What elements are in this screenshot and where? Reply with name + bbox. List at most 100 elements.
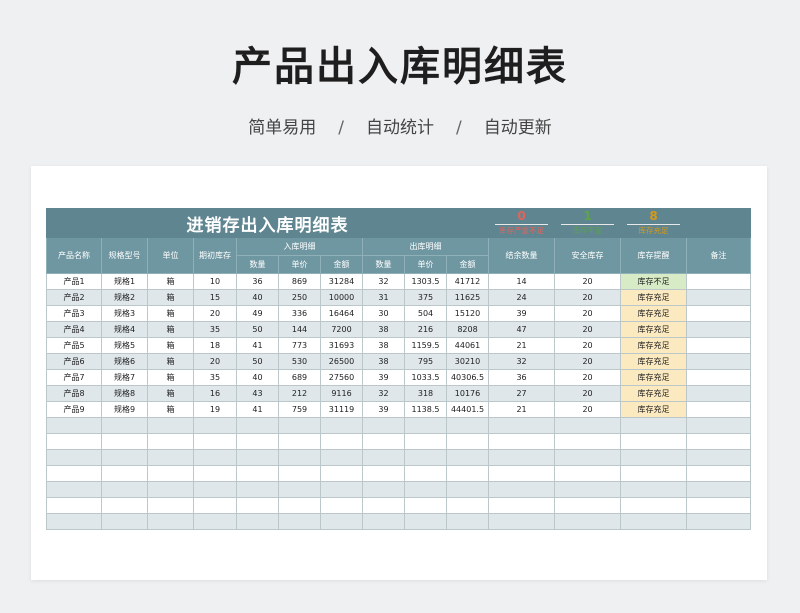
table-cell[interactable] [445,465,490,482]
stock-alert-cell[interactable]: 库存充足 [620,305,688,322]
table-cell[interactable] [193,465,237,482]
table-cell[interactable]: 504 [404,305,447,322]
table-cell[interactable] [46,449,102,466]
table-cell[interactable] [147,465,194,482]
table-cell[interactable] [278,449,321,466]
stock-alert-cell[interactable] [620,465,688,482]
stock-alert-cell[interactable] [620,433,688,450]
table-cell[interactable] [147,481,194,498]
table-cell[interactable] [404,465,447,482]
table-cell[interactable]: 216 [404,321,447,338]
table-cell[interactable]: 20 [193,353,237,370]
table-cell[interactable] [320,449,363,466]
table-cell[interactable] [236,481,279,498]
table-cell[interactable]: 14 [488,273,556,290]
table-cell[interactable] [101,497,148,514]
table-cell[interactable] [488,449,556,466]
table-cell[interactable] [554,513,622,530]
table-cell[interactable]: 15120 [445,305,490,322]
stock-alert-cell[interactable] [620,497,688,514]
table-cell[interactable]: 规格2 [101,289,148,306]
table-cell[interactable] [278,497,321,514]
table-cell[interactable] [554,449,622,466]
stock-alert-cell[interactable] [620,449,688,466]
stock-alert-cell[interactable]: 库存充足 [620,289,688,306]
table-cell[interactable] [554,433,622,450]
table-cell[interactable]: 27560 [320,369,363,386]
table-cell[interactable]: 产品1 [46,273,102,290]
table-cell[interactable]: 41 [236,337,279,354]
table-cell[interactable] [686,449,752,466]
table-cell[interactable] [193,449,237,466]
table-cell[interactable] [686,513,752,530]
table-cell[interactable] [193,481,237,498]
table-cell[interactable]: 21 [488,337,556,354]
table-cell[interactable] [686,401,752,418]
table-cell[interactable] [362,497,405,514]
table-cell[interactable] [236,449,279,466]
table-cell[interactable]: 32 [362,273,405,290]
table-cell[interactable] [554,497,622,514]
table-cell[interactable]: 26500 [320,353,363,370]
table-cell[interactable] [278,465,321,482]
table-cell[interactable]: 10176 [445,385,490,402]
table-cell[interactable]: 38 [362,353,405,370]
table-cell[interactable] [236,513,279,530]
table-cell[interactable] [445,433,490,450]
table-cell[interactable]: 795 [404,353,447,370]
table-cell[interactable]: 10 [193,273,237,290]
table-cell[interactable]: 44401.5 [445,401,490,418]
table-cell[interactable] [147,497,194,514]
stock-alert-cell[interactable]: 库存不足 [620,273,688,290]
table-cell[interactable]: 50 [236,321,279,338]
table-cell[interactable] [362,513,405,530]
table-cell[interactable] [320,497,363,514]
table-cell[interactable]: 产品4 [46,321,102,338]
table-cell[interactable]: 32 [362,385,405,402]
table-cell[interactable] [554,481,622,498]
table-cell[interactable] [686,337,752,354]
table-cell[interactable] [46,433,102,450]
table-cell[interactable]: 规格5 [101,337,148,354]
table-cell[interactable]: 869 [278,273,321,290]
table-cell[interactable]: 箱 [147,289,194,306]
table-cell[interactable] [686,417,752,434]
table-cell[interactable] [404,481,447,498]
table-cell[interactable]: 产品6 [46,353,102,370]
table-cell[interactable]: 规格7 [101,369,148,386]
table-cell[interactable]: 规格6 [101,353,148,370]
table-cell[interactable]: 16464 [320,305,363,322]
table-cell[interactable] [362,417,405,434]
stock-alert-cell[interactable]: 库存充足 [620,353,688,370]
table-cell[interactable] [445,481,490,498]
table-cell[interactable]: 44061 [445,337,490,354]
table-cell[interactable] [404,417,447,434]
table-cell[interactable] [445,513,490,530]
table-cell[interactable] [193,433,237,450]
table-cell[interactable]: 689 [278,369,321,386]
stock-alert-cell[interactable]: 库存充足 [620,401,688,418]
table-cell[interactable]: 32 [488,353,556,370]
table-cell[interactable] [236,465,279,482]
table-cell[interactable]: 212 [278,385,321,402]
table-cell[interactable]: 144 [278,321,321,338]
table-cell[interactable]: 箱 [147,305,194,322]
table-cell[interactable] [686,433,752,450]
table-cell[interactable] [236,417,279,434]
table-cell[interactable]: 箱 [147,385,194,402]
table-cell[interactable] [46,513,102,530]
table-cell[interactable]: 9116 [320,385,363,402]
table-cell[interactable]: 产品3 [46,305,102,322]
table-cell[interactable]: 18 [193,337,237,354]
table-cell[interactable] [278,481,321,498]
table-cell[interactable] [488,497,556,514]
table-cell[interactable] [193,497,237,514]
table-cell[interactable]: 40306.5 [445,369,490,386]
table-cell[interactable]: 20 [554,385,622,402]
table-cell[interactable] [686,289,752,306]
table-cell[interactable] [147,449,194,466]
table-cell[interactable] [147,513,194,530]
table-cell[interactable] [46,481,102,498]
table-cell[interactable]: 规格8 [101,385,148,402]
stock-alert-cell[interactable] [620,417,688,434]
